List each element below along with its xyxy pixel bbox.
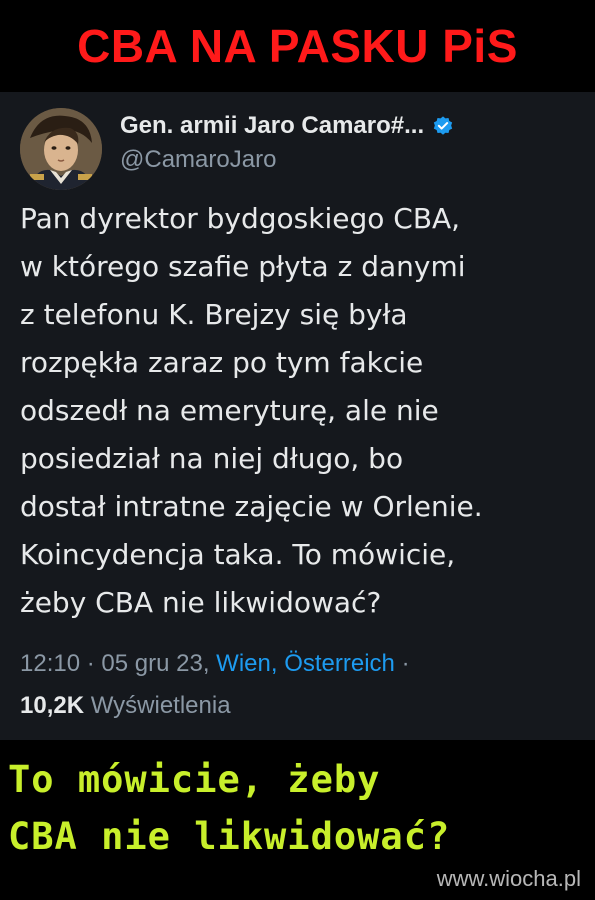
banner-title: CBA NA PASKU PiS [77,20,518,72]
author-name-row: Gen. armii Jaro Camaro#... [120,108,454,144]
caption-line-1: To mówicie, żeby [8,758,381,801]
tweet-text-line: odszedł na emeryturę, ale nie [20,394,439,427]
tweet-time[interactable]: 12:10 [20,650,80,677]
tweet-text-line: posiedział na niej długo, bo [20,442,404,475]
tweet-text-line: w którego szafie płyta z danymi [20,250,466,283]
views-count: 10,2K [20,692,85,719]
tweet-text-line: Pan dyrektor bydgoskiego CBA, [20,202,461,235]
tweet-views[interactable]: 10,2K Wyświetlenia [20,692,231,720]
tweet-text-line: dostał intratne zajęcie w Orlenie. [20,490,483,523]
views-label: Wyświetlenia [90,692,231,719]
meta-separator: · [401,650,410,677]
avatar[interactable] [20,108,102,190]
tweet-text-line: rozpękła zaraz po tym fakcie [20,346,424,379]
tweet-text-line: z telefonu K. Brejzy się była [20,298,408,331]
meta-separator: · [86,650,95,677]
author-handle[interactable]: @CamaroJaro [120,146,454,174]
meta-comma: , [202,650,210,677]
watermark: www.wiocha.pl [436,866,581,891]
tweet-text-line: Koincydencja taka. To mówicie, [20,538,456,571]
top-banner: CBA NA PASKU PiS [0,0,595,92]
tweet-author: Gen. armii Jaro Camaro#... @CamaroJaro [120,108,454,174]
portrait-icon [20,108,102,190]
tweet-meta: 12:10 · 05 gru 23, Wien, Österreich · [20,650,410,678]
tweet-text-line: żeby CBA nie likwidować? [20,586,382,619]
tweet-text: Pan dyrektor bydgoskiego CBA, w którego … [20,195,590,627]
tweet-date[interactable]: 05 gru 23 [101,650,202,677]
caption-line-2: CBA nie likwidować? [8,815,451,858]
author-name[interactable]: Gen. armii Jaro Camaro#... [120,112,424,140]
tweet-location[interactable]: Wien, Österreich [216,650,395,677]
verified-badge-icon [433,116,453,135]
